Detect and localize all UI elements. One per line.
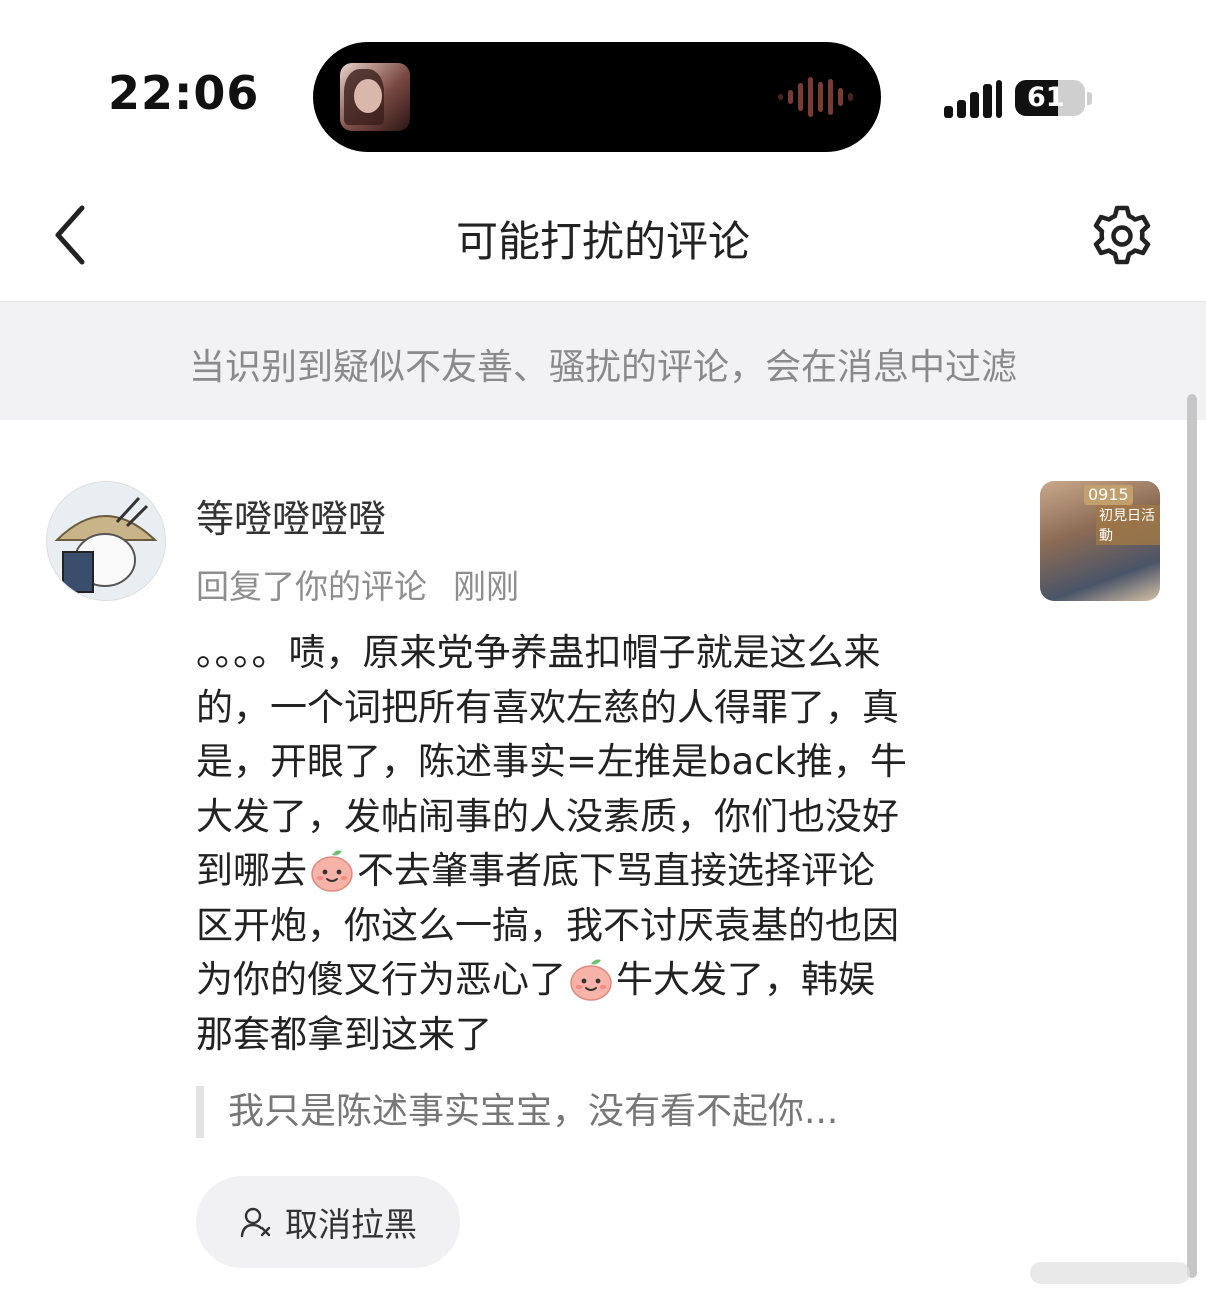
scrollbar[interactable] <box>1187 394 1197 1278</box>
unblock-button[interactable]: 取消拉黑 <box>196 1176 460 1268</box>
comment-fragment: 不去肇事者底下骂直接选择评论 <box>357 849 875 892</box>
battery-percent: 61 <box>1027 82 1065 113</box>
comment-line: 。。。。啧，原来党争养蛊扣帽子就是这么来 <box>196 631 881 674</box>
comment-text: 。。。。啧，原来党争养蛊扣帽子就是这么来 的，一个词把所有喜欢左慈的人得罪了，真… <box>196 626 996 1062</box>
comment-meta: 回复了你的评论 刚刚 <box>196 560 519 608</box>
comment-action: 回复了你的评论 <box>196 567 427 606</box>
filter-info-banner: 当识别到疑似不友善、骚扰的评论，会在消息中过滤 <box>0 302 1206 420</box>
page-title: 可能打扰的评论 <box>455 217 750 266</box>
battery-cap <box>1087 92 1092 105</box>
post-thumbnail[interactable]: 0915 初見日活動 <box>1040 481 1160 601</box>
user-avatar[interactable] <box>46 481 166 601</box>
comment-username[interactable]: 等噔噔噔噔 <box>196 488 386 543</box>
user-remove-icon <box>240 1207 271 1238</box>
thumbnail-caption: 初見日活動 <box>1096 505 1160 545</box>
battery-icon: 61 <box>1015 80 1085 116</box>
comment-line: 是，开眼了，陈述事实=左推是back推，牛 <box>196 740 907 783</box>
comment-line: 区开炮，你这么一搞，我不讨厌袁基的也因 <box>196 903 899 947</box>
avatar-illustration <box>47 482 165 600</box>
comment-line: 大发了，发帖闹事的人没素质，你们也没好 <box>196 794 899 838</box>
comment-fragment: 到哪去 <box>196 849 307 892</box>
cellular-signal-icon <box>944 78 1002 118</box>
comment-line: 到哪去 不去肇事者底下骂直接选择评论 <box>196 844 996 899</box>
comment-fragment: 牛大发了，韩娱 <box>616 958 875 1001</box>
home-indicator <box>1030 1262 1190 1284</box>
comment-line: 那套都拿到这来了 <box>196 1012 492 1056</box>
comment-fragment: 为你的傻叉行为恶心了 <box>196 958 566 1001</box>
peach-face-emoji-icon <box>568 956 614 1002</box>
comment-line: 为你的傻叉行为恶心了 牛大发了，韩娱 <box>196 953 996 1008</box>
now-playing-artwork <box>340 63 410 131</box>
comment-time: 刚刚 <box>453 567 519 606</box>
peach-face-emoji-icon <box>309 847 355 893</box>
gear-icon <box>1093 205 1151 265</box>
audio-waveform-icon <box>778 75 853 119</box>
comment-line: 的，一个词把所有喜欢左慈的人得罪了，真 <box>196 685 899 729</box>
status-bar: 22:06 61 <box>0 0 1206 170</box>
nav-bar: 可能打扰的评论 <box>0 170 1206 302</box>
settings-button[interactable] <box>1090 204 1154 268</box>
thumbnail-badge: 0915 <box>1084 485 1133 505</box>
banner-text: 当识别到疑似不友善、骚扰的评论，会在消息中过滤 <box>188 347 1017 388</box>
status-time: 22:06 <box>108 66 260 120</box>
dynamic-island[interactable] <box>313 42 881 152</box>
unblock-label: 取消拉黑 <box>285 1205 417 1244</box>
quoted-comment[interactable]: 我只是陈述事实宝宝，没有看不起你... <box>196 1086 1008 1138</box>
